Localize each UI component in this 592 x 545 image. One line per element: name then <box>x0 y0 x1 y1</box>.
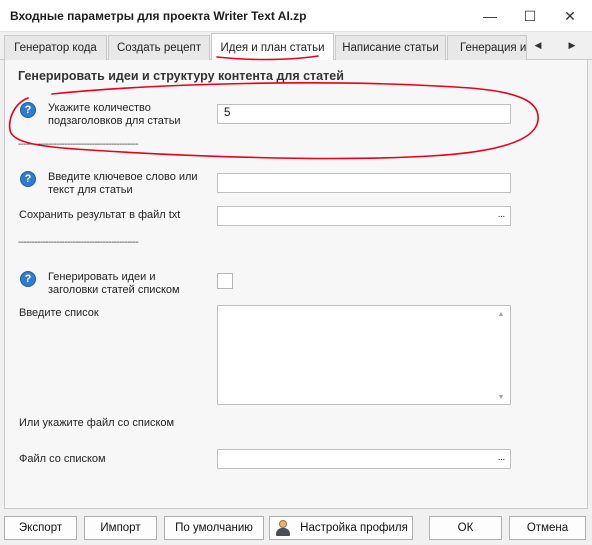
subheadings-label: Укажите количество подзаголовков для ста… <box>48 102 181 127</box>
list-file-input[interactable] <box>217 449 511 469</box>
scroll-down-icon[interactable]: ▼ <box>494 392 508 402</box>
divider-1: ----------------------------------------… <box>18 139 139 150</box>
generate-list-checkbox[interactable] <box>217 273 233 289</box>
subheadings-count-input[interactable]: 5 <box>217 104 511 124</box>
question-circle-icon[interactable]: ? <box>20 102 36 118</box>
scroll-up-icon[interactable]: ▲ <box>494 309 508 319</box>
import-button[interactable]: Импорт <box>84 516 157 540</box>
cancel-button[interactable]: Отмена <box>509 516 586 540</box>
keyword-label: Введите ключевое слово или текст для ста… <box>48 171 198 196</box>
user-profile-icon <box>274 519 292 537</box>
ok-button[interactable]: ОК <box>429 516 502 540</box>
minimize-button[interactable]: — <box>470 0 510 32</box>
default-button[interactable]: По умолчанию <box>164 516 264 540</box>
divider-2: ----------------------------------------… <box>18 237 139 248</box>
ellipsis-icon[interactable]: ··· <box>493 450 509 468</box>
close-button[interactable]: ✕ <box>550 0 590 32</box>
tab-idea-and-plan[interactable]: Идея и план статьи <box>211 33 334 61</box>
profile-settings-button[interactable]: Настройка профиля <box>269 516 413 540</box>
list-file-hint: Или укажите файл со списком <box>19 417 175 429</box>
keyword-input[interactable] <box>217 173 511 193</box>
window-title: Входные параметры для проекта Writer Tex… <box>10 9 307 23</box>
maximize-button[interactable]: ☐ <box>510 0 550 32</box>
tab-bar: Генератор кода Создать рецепт Идея и пла… <box>0 32 592 61</box>
save-file-input[interactable] <box>217 206 511 226</box>
ellipsis-icon[interactable]: ··· <box>493 207 509 225</box>
tab-code-generator[interactable]: Генератор кода <box>4 35 107 60</box>
list-label: Введите список <box>19 307 99 319</box>
section-title: Генерировать идеи и структуру контента д… <box>18 69 344 83</box>
tab-create-recipe[interactable]: Создать рецепт <box>108 35 210 60</box>
list-file-label: Файл со списком <box>19 453 106 465</box>
question-circle-icon[interactable]: ? <box>20 271 36 287</box>
export-button[interactable]: Экспорт <box>4 516 77 540</box>
generate-list-label: Генерировать идеи и заголовки статей спи… <box>48 271 180 296</box>
tab-write-article[interactable]: Написание статьи <box>335 35 446 60</box>
tab-generation[interactable]: Генерация и <box>447 35 527 60</box>
save-file-label: Сохранить результат в файл txt <box>19 209 181 221</box>
question-circle-icon[interactable]: ? <box>20 171 36 187</box>
title-bar: Входные параметры для проекта Writer Tex… <box>0 0 592 32</box>
list-textarea[interactable]: ▲ ▼ <box>217 305 511 405</box>
tab-scroll-right-icon[interactable]: ▶ <box>562 34 582 56</box>
profile-settings-label: Настройка профиля <box>300 522 408 534</box>
tab-scroll-left-icon[interactable]: ◀ <box>528 34 548 56</box>
